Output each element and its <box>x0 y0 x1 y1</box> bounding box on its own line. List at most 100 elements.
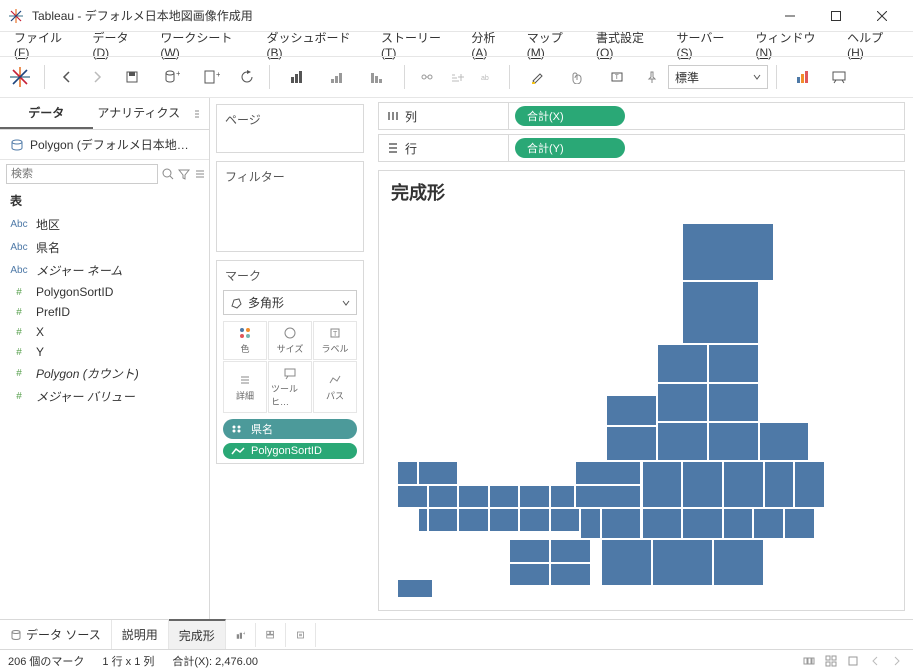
prefecture-tile[interactable] <box>657 344 708 383</box>
prefecture-tile[interactable] <box>575 485 641 508</box>
prefecture-tile[interactable] <box>418 461 459 484</box>
prefecture-tile[interactable] <box>642 508 683 539</box>
mark-pill[interactable]: 県名 <box>223 419 357 439</box>
refresh-button[interactable] <box>233 63 261 91</box>
prefecture-tile[interactable] <box>723 508 754 539</box>
prefecture-tile[interactable] <box>657 383 708 422</box>
mark-type-dropdown[interactable]: 多角形 <box>223 290 357 315</box>
field-item[interactable]: #X <box>0 322 209 342</box>
prefecture-tile[interactable] <box>550 539 591 562</box>
prefecture-tile[interactable] <box>764 461 795 508</box>
new-story-tab[interactable] <box>286 623 316 647</box>
mark-path-button[interactable]: パス <box>313 361 357 413</box>
highlight-button[interactable] <box>518 63 556 91</box>
new-worksheet-tab[interactable]: + <box>226 623 256 647</box>
mark-pill[interactable]: PolygonSortID <box>223 443 357 459</box>
mark-detail-button[interactable]: 詳細 <box>223 361 267 413</box>
field-item[interactable]: Abcメジャー ネーム <box>0 259 209 282</box>
field-item[interactable]: #メジャー バリュー <box>0 385 209 408</box>
swap-button[interactable] <box>278 63 316 91</box>
totals-button[interactable] <box>443 63 471 91</box>
prefecture-tile[interactable] <box>458 485 489 508</box>
viz-canvas[interactable]: 完成形 <box>378 170 905 611</box>
filmstrip-icon[interactable] <box>801 653 817 669</box>
attach-button[interactable] <box>558 63 596 91</box>
field-item[interactable]: Abc県名 <box>0 236 209 259</box>
prefecture-tile[interactable] <box>519 508 550 531</box>
mark-color-button[interactable]: 色 <box>223 321 267 360</box>
prefecture-tile[interactable] <box>550 485 575 508</box>
prefecture-tile[interactable] <box>713 539 764 586</box>
next-sheet-icon[interactable] <box>889 653 905 669</box>
prefecture-tile[interactable] <box>794 461 825 508</box>
mark-tooltip-button[interactable]: ツールヒ… <box>268 361 312 413</box>
prefecture-tile[interactable] <box>682 461 723 508</box>
prefecture-tile[interactable] <box>575 461 641 484</box>
prefecture-tile[interactable] <box>682 508 723 539</box>
prefecture-tile[interactable] <box>753 508 784 539</box>
group-button[interactable] <box>413 63 441 91</box>
prefecture-tile[interactable] <box>759 422 810 461</box>
new-worksheet-button[interactable]: + <box>193 63 231 91</box>
rows-shelf[interactable]: 行 合計(Y) <box>378 134 905 162</box>
presentation-button[interactable] <box>825 63 853 91</box>
pin-button[interactable] <box>638 63 666 91</box>
prefecture-tile[interactable] <box>580 508 600 539</box>
sort-asc-button[interactable] <box>318 63 356 91</box>
search-input[interactable] <box>6 164 158 184</box>
prefecture-tile[interactable] <box>519 485 550 508</box>
prefecture-tile[interactable] <box>509 539 550 562</box>
field-item[interactable]: Abc地区 <box>0 213 209 236</box>
grid-icon[interactable] <box>823 653 839 669</box>
abc-button[interactable]: ab <box>473 63 501 91</box>
tab-data[interactable]: データ <box>0 98 93 129</box>
columns-pill[interactable]: 合計(X) <box>515 106 625 126</box>
field-item[interactable]: #PrefID <box>0 302 209 322</box>
prefecture-tile[interactable] <box>708 383 759 422</box>
mark-label-button[interactable]: Tラベル <box>313 321 357 360</box>
columns-shelf[interactable]: 列 合計(X) <box>378 102 905 130</box>
back-button[interactable] <box>53 63 81 91</box>
label-button[interactable]: T <box>598 63 636 91</box>
field-item[interactable]: #Y <box>0 342 209 362</box>
sort-desc-button[interactable] <box>358 63 396 91</box>
prefecture-tile[interactable] <box>489 485 520 508</box>
prefecture-tile[interactable] <box>418 508 428 531</box>
prefecture-tile[interactable] <box>509 563 550 586</box>
collapse-sidebar-button[interactable] <box>185 98 209 129</box>
prefecture-tile[interactable] <box>682 223 774 282</box>
prefecture-tile[interactable] <box>397 485 428 508</box>
sheet-tab[interactable]: 完成形 <box>169 619 226 650</box>
forward-button[interactable] <box>83 63 111 91</box>
filters-shelf[interactable]: フィルター <box>216 161 364 252</box>
new-datasource-button[interactable]: + <box>153 63 191 91</box>
prefecture-tile[interactable] <box>642 461 683 508</box>
prefecture-tile[interactable] <box>601 539 652 586</box>
sheet-tab[interactable]: 説明用 <box>112 619 169 650</box>
prefecture-tile[interactable] <box>682 281 758 344</box>
prefecture-tile[interactable] <box>428 485 459 508</box>
tab-analytics[interactable]: アナリティクス <box>93 98 186 129</box>
prefecture-tile[interactable] <box>784 508 815 539</box>
show-sheet-icon[interactable] <box>845 653 861 669</box>
fit-dropdown[interactable]: 標準 <box>668 65 768 89</box>
prefecture-tile[interactable] <box>489 508 520 531</box>
field-item[interactable]: #Polygon (カウント) <box>0 362 209 385</box>
prefecture-tile[interactable] <box>397 461 417 484</box>
prefecture-tile[interactable] <box>601 508 642 539</box>
prefecture-tile[interactable] <box>606 426 657 461</box>
view-options-icon[interactable] <box>194 165 206 183</box>
search-icon[interactable] <box>162 165 174 183</box>
prefecture-tile[interactable] <box>397 579 433 599</box>
prev-sheet-icon[interactable] <box>867 653 883 669</box>
pages-shelf[interactable]: ページ <box>216 104 364 153</box>
rows-pill[interactable]: 合計(Y) <box>515 138 625 158</box>
prefecture-tile[interactable] <box>657 422 708 461</box>
prefecture-tile[interactable] <box>652 539 713 586</box>
prefecture-tile[interactable] <box>550 508 581 531</box>
prefecture-tile[interactable] <box>723 461 764 508</box>
datasource-tab[interactable]: データ ソース <box>0 620 112 649</box>
prefecture-tile[interactable] <box>550 563 591 586</box>
mark-size-button[interactable]: サイズ <box>268 321 312 360</box>
new-dashboard-tab[interactable] <box>256 623 286 647</box>
